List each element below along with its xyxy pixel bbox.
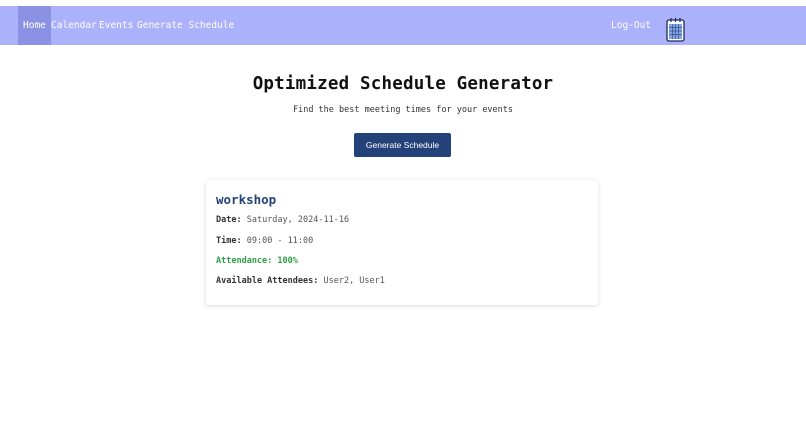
available-label: Available Attendees: xyxy=(216,276,319,286)
nav-home-link[interactable]: Home xyxy=(18,6,51,45)
page-subtitle: Find the best meeting times for your eve… xyxy=(292,105,514,115)
date-label: Date: xyxy=(216,215,242,225)
attendance-value: 100% xyxy=(277,256,298,266)
logout-link[interactable]: Log-Out xyxy=(611,6,651,45)
navbar: Home Calendar Events Generate Schedule L… xyxy=(0,6,806,45)
time-label: Time: xyxy=(216,236,242,246)
available-value: User2, User1 xyxy=(323,276,385,286)
nav-events-link[interactable]: Events xyxy=(99,6,133,45)
generate-schedule-button[interactable]: Generate Schedule xyxy=(354,133,451,157)
nav-calendar-link[interactable]: Calendar xyxy=(51,6,97,45)
event-attendance: Attendance: 100% xyxy=(216,256,298,266)
calendar-icon[interactable] xyxy=(666,17,685,42)
event-time: Time: 09:00 - 11:00 xyxy=(216,236,313,246)
page-title: Optimized Schedule Generator xyxy=(252,74,554,94)
event-available-attendees: Available Attendees: User2, User1 xyxy=(216,276,385,286)
time-value: 09:00 - 11:00 xyxy=(246,236,314,246)
schedule-result-card: workshop Date: Saturday, 2024-11-16 Time… xyxy=(206,180,598,305)
event-date: Date: Saturday, 2024-11-16 xyxy=(216,215,349,225)
nav-generate-schedule-link[interactable]: Generate Schedule xyxy=(137,6,234,45)
attendance-label: Attendance: xyxy=(216,256,273,266)
event-title: workshop xyxy=(216,192,277,207)
date-value: Saturday, 2024-11-16 xyxy=(246,215,350,225)
